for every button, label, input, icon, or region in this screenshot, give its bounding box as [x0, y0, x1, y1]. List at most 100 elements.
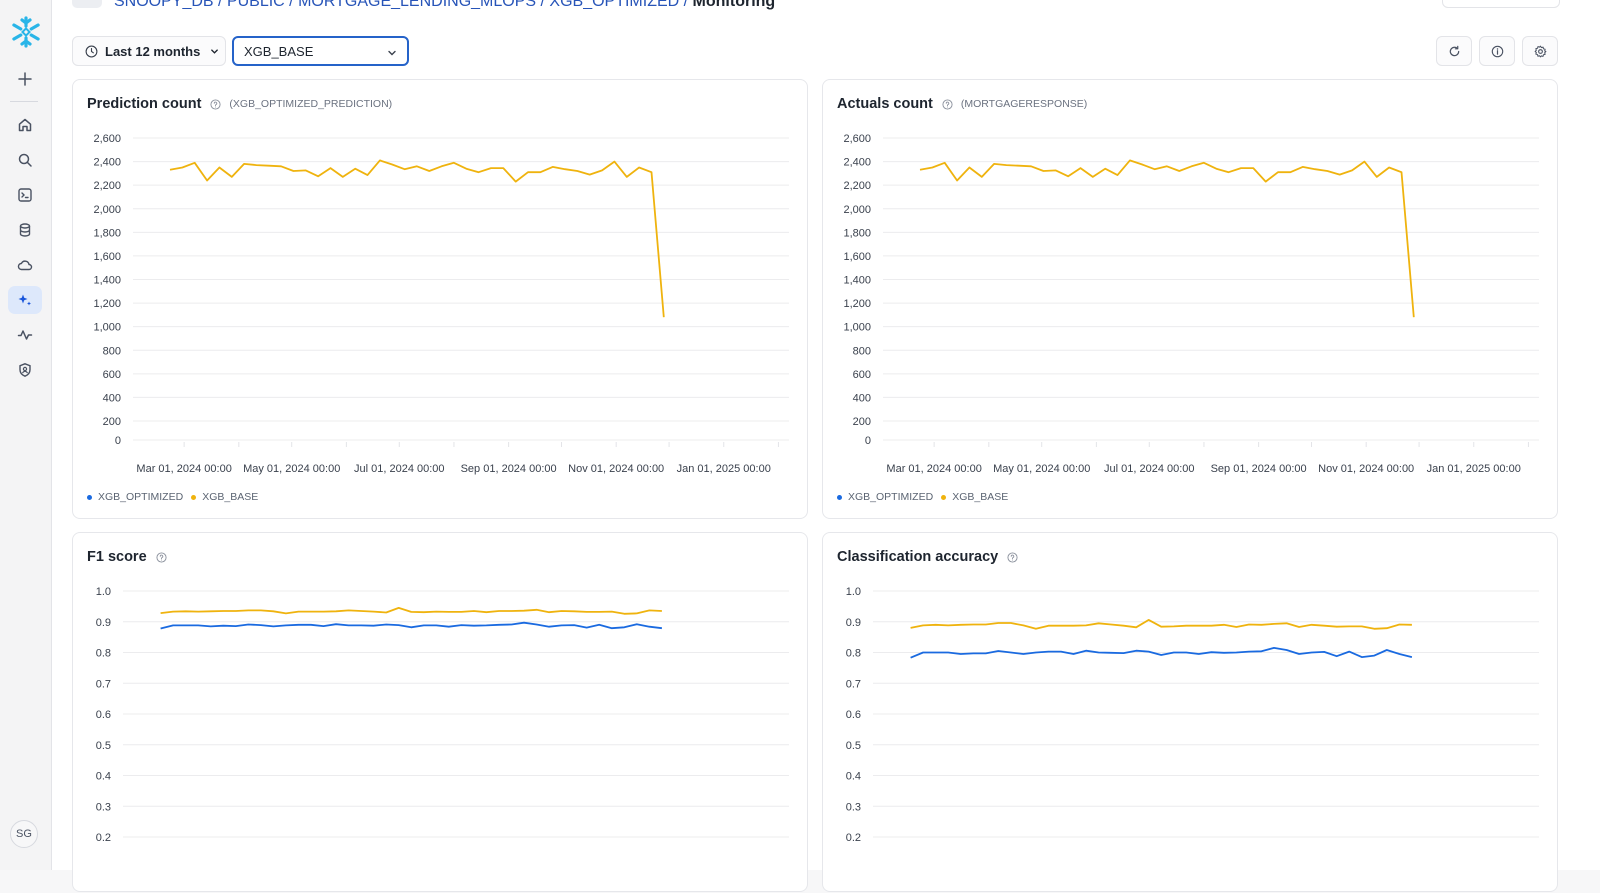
breadcrumb-item[interactable]: PUBLIC [227, 0, 285, 10]
y-tick-label: 1,600 [93, 251, 121, 263]
sidebar-item-data[interactable] [8, 216, 42, 244]
time-range-dropdown[interactable]: Last 12 months [72, 36, 226, 66]
y-tick-label: 0.8 [96, 648, 111, 660]
y-tick-label: 0.6 [96, 709, 111, 721]
breadcrumb-item[interactable]: SNOOPY_DB [114, 0, 214, 10]
snowflake-logo-icon[interactable] [9, 15, 43, 49]
legend-dot [837, 494, 842, 500]
home-icon [18, 118, 32, 132]
y-tick-label: 2,600 [843, 133, 871, 145]
sidebar-item-data-products[interactable] [8, 251, 42, 279]
shield-icon [19, 363, 31, 377]
y-tick-label: 1,800 [93, 227, 121, 239]
y-tick-label: 2,000 [843, 204, 871, 216]
f1-score-chart: 0.2 0.3 0.4 0.5 0.6 0.7 0.8 0.9 1.0 [96, 586, 789, 844]
y-tick-label: 0.9 [846, 617, 861, 629]
y-tick-label: 0.8 [846, 648, 861, 660]
legend-item-xgb-base[interactable]: XGB_BASE [191, 491, 258, 503]
y-tick-label: 1,000 [843, 322, 871, 334]
x-tick-label: Mar 01, 2024 00:00 [886, 463, 981, 475]
y-tick-label: 0.7 [96, 678, 111, 690]
sidebar-item-admin[interactable] [8, 356, 42, 384]
y-tick-label: 200 [103, 416, 121, 428]
breadcrumb-item[interactable]: XGB_OPTIMIZED [549, 0, 679, 10]
y-tick-label: 0.3 [846, 801, 861, 813]
cloud-icon [17, 260, 33, 271]
y-tick-label: 600 [853, 369, 871, 381]
settings-button[interactable] [1522, 36, 1558, 66]
y-tick-label: 2,400 [93, 157, 121, 169]
y-tick-label: 0.2 [96, 832, 111, 844]
y-tick-label: 0.4 [846, 771, 861, 783]
database-icon [19, 223, 31, 237]
back-button[interactable] [72, 0, 102, 8]
sidebar-item-create[interactable] [8, 65, 42, 93]
chevron-down-icon [388, 50, 396, 56]
y-tick-label: 1,400 [843, 275, 871, 287]
x-tick-label: Jan 01, 2025 00:00 [1427, 463, 1521, 475]
series-line-xgb-base[interactable] [160, 607, 662, 615]
x-tick-label: Jan 01, 2025 00:00 [677, 463, 771, 475]
y-tick-label: 400 [853, 392, 871, 404]
series-line-xgb-base[interactable] [169, 159, 665, 318]
y-tick-label: 0.9 [96, 617, 111, 629]
y-tick-label: 1,200 [843, 298, 871, 310]
series-line-xgb-base[interactable] [910, 619, 1412, 630]
x-tick-label: Jul 01, 2024 00:00 [354, 463, 445, 475]
y-tick-label: 0.5 [846, 740, 861, 752]
terminal-icon [18, 188, 32, 202]
y-tick-label: 2,000 [93, 204, 121, 216]
search-icon [18, 153, 32, 167]
y-tick-label: 0 [115, 435, 121, 447]
y-tick-label: 600 [103, 369, 121, 381]
user-avatar[interactable]: SG [10, 820, 38, 848]
info-button[interactable] [1479, 36, 1515, 66]
sidebar-item-projects[interactable] [8, 181, 42, 209]
sidebar-item-home[interactable] [8, 111, 42, 139]
chevron-down-icon [211, 48, 219, 54]
prediction-count-card: Prediction count (XGB_OPTIMIZED_PREDICTI… [72, 79, 808, 519]
model-select[interactable]: XGB_BASE [232, 36, 409, 66]
y-tick-label: 1,000 [93, 322, 121, 334]
x-tick-label: Sep 01, 2024 00:00 [1211, 463, 1307, 475]
series-line-xgb-optimized[interactable] [160, 621, 663, 630]
f1-score-card: F1 score 0.2 0.3 0.4 0.5 0.6 0.7 0.8 0.9 1.0 [72, 532, 808, 892]
legend-item-xgb-optimized[interactable]: XGB_OPTIMIZED [837, 491, 933, 503]
x-tick-label: Mar 01, 2024 00:00 [136, 463, 231, 475]
sidebar: SG [0, 0, 52, 870]
prediction-count-chart: 0 200 400 600 800 1,000 1,200 1,400 1,600 1,800 2,… [93, 133, 789, 475]
y-tick-label: 0 [865, 435, 871, 447]
breadcrumb-current: Monitoring [692, 0, 776, 10]
main-content: SNOOPY_DB / PUBLIC / MORTGAGE_LENDING_ML… [52, 0, 1600, 892]
y-tick-label: 0.3 [96, 801, 111, 813]
legend-item-xgb-optimized[interactable]: XGB_OPTIMIZED [87, 491, 183, 503]
y-tick-label: 0.4 [96, 771, 111, 783]
x-tick-label: Sep 01, 2024 00:00 [461, 463, 557, 475]
legend-dot [87, 494, 92, 500]
refresh-icon [1449, 45, 1459, 56]
top-right-button[interactable] [1442, 0, 1560, 8]
x-tick-label: May 01, 2024 00:00 [243, 463, 340, 475]
series-line-xgb-base[interactable] [919, 159, 1415, 318]
sidebar-item-monitoring[interactable] [8, 321, 42, 349]
x-tick-label: Nov 01, 2024 00:00 [568, 463, 664, 475]
legend-item-xgb-base[interactable]: XGB_BASE [941, 491, 1008, 503]
clock-icon [85, 45, 98, 57]
sidebar-item-ai-ml[interactable] [8, 286, 42, 314]
refresh-button[interactable] [1436, 36, 1472, 66]
y-tick-label: 1,600 [843, 251, 871, 263]
y-tick-label: 0.2 [846, 832, 861, 844]
y-tick-label: 0.7 [846, 678, 861, 690]
y-tick-label: 400 [103, 392, 121, 404]
legend-dot [941, 494, 947, 500]
actuals-count-card: Actuals count (MORTGAGERESPONSE) 0 200 400… [822, 79, 1558, 519]
y-tick-label: 0.6 [846, 709, 861, 721]
classification-accuracy-chart: 0.2 0.3 0.4 0.5 0.6 0.7 0.8 0.9 1.0 [846, 586, 1539, 844]
sidebar-item-search[interactable] [8, 146, 42, 174]
x-tick-label: Nov 01, 2024 00:00 [1318, 463, 1414, 475]
chart-legend: XGB_OPTIMIZED XGB_BASE [87, 491, 266, 503]
classification-accuracy-card: Classification accuracy 0.2 0.3 0.4 0.5 0.6 0… [822, 532, 1558, 892]
y-tick-label: 800 [103, 345, 121, 357]
breadcrumb-item[interactable]: MORTGAGE_LENDING_MLOPS [298, 0, 536, 10]
y-tick-label: 1,800 [843, 227, 871, 239]
